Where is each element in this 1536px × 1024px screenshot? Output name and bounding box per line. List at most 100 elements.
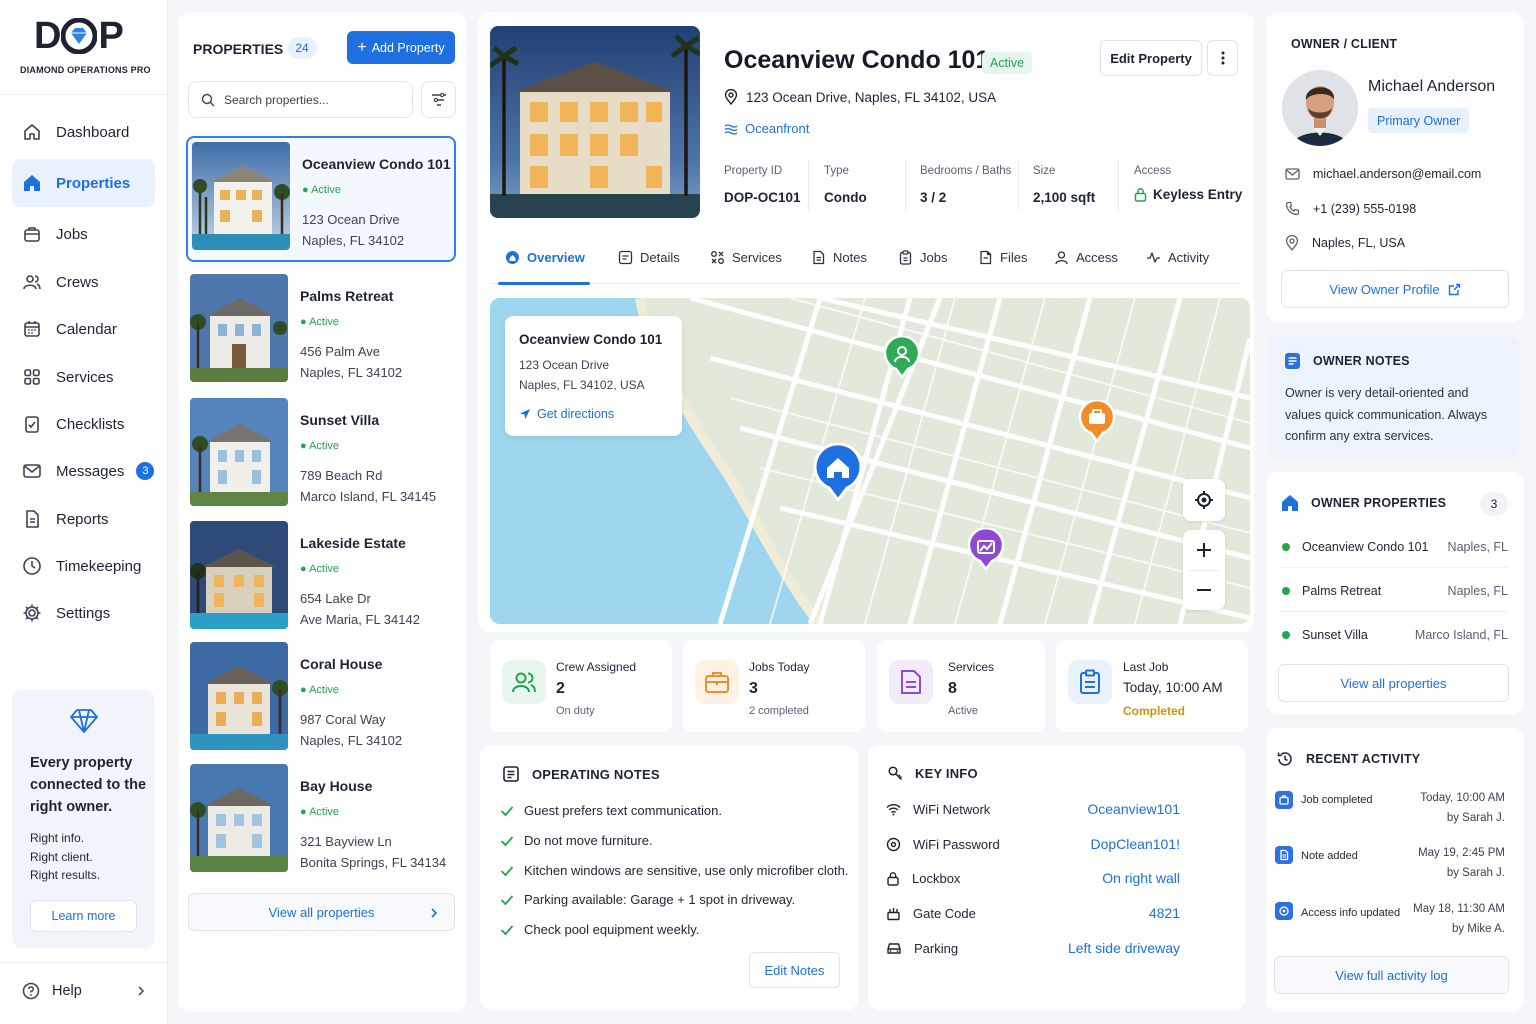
section-title: OPERATING NOTES [532, 766, 660, 782]
nav-label: Messages [56, 462, 125, 480]
property-list-item[interactable]: Palms Retreat ● Active 456 Palm Ave Napl… [186, 270, 456, 394]
nav-checklists[interactable]: Checklists [12, 400, 155, 448]
status-badge: ● Active [300, 563, 340, 575]
check-icon [500, 835, 514, 847]
nav-properties[interactable]: Properties [12, 159, 155, 207]
nav-timekeeping[interactable]: Timekeeping [12, 542, 155, 590]
help-link[interactable]: Help [22, 982, 146, 1000]
zoom-out-button[interactable] [1183, 570, 1225, 610]
gate-icon [886, 906, 901, 921]
operating-note-item: Parking available: Garage + 1 spot in dr… [500, 892, 795, 907]
stat-value: 3 [749, 680, 758, 697]
nav-services[interactable]: Services [12, 353, 155, 401]
note-text: Kitchen windows are sensitive, use only … [524, 863, 849, 878]
nav-label: Dashboard [56, 123, 130, 141]
nav-dashboard[interactable]: Dashboard [12, 108, 155, 156]
owner-property-item[interactable]: Sunset Villa Marco Island, FL [1282, 628, 1508, 642]
key-icon [887, 765, 903, 781]
add-property-button[interactable]: + Add Property [347, 31, 455, 64]
locate-button[interactable] [1183, 479, 1225, 521]
tab-label: Activity [1168, 250, 1210, 265]
get-directions-link[interactable]: Get directions [519, 407, 614, 421]
report-icon [22, 509, 42, 529]
property-list-item[interactable]: Bay House ● Active 321 Bayview Ln Bonita… [186, 760, 456, 884]
edit-property-button[interactable]: Edit Property [1100, 40, 1202, 76]
promo-line: Right results. [30, 868, 101, 882]
status-badge: ● Active [302, 184, 342, 196]
tab-label: Details [640, 250, 680, 265]
more-options-button[interactable] [1207, 40, 1238, 76]
operating-note-item: Do not move furniture. [500, 833, 653, 848]
clock-icon [22, 556, 42, 576]
property-list-item[interactable]: Lakeside Estate ● Active 654 Lake Dr Ave… [186, 517, 456, 641]
fact-value: Keyless Entry [1153, 187, 1243, 202]
profile-button-label: View Owner Profile [1329, 281, 1440, 297]
view-activity-log-button[interactable]: View full activity log [1274, 956, 1509, 994]
stat-value: 8 [948, 680, 957, 697]
nav-label: Settings [56, 604, 111, 622]
edit-notes-button[interactable]: Edit Notes [749, 952, 840, 988]
stat-label: Last Job [1123, 660, 1169, 674]
filter-button[interactable] [421, 81, 456, 118]
activity-item: Note added May 19, 2:45 PM by Sarah J. [1275, 846, 1505, 886]
fact-label: Size [1033, 165, 1056, 177]
stat-last-job: Last Job Today, 10:00 AM Completed [1056, 640, 1248, 732]
crew-stat-icon [502, 660, 546, 704]
section-title: RECENT ACTIVITY [1306, 752, 1421, 766]
owner-property-item[interactable]: Palms Retreat Naples, FL [1282, 584, 1508, 598]
property-hero-image [490, 26, 700, 218]
job-map-marker[interactable] [1078, 400, 1116, 442]
nav-label: Checklists [56, 415, 125, 433]
learn-more-button[interactable]: Learn more [30, 900, 137, 932]
tab-services[interactable]: Services [710, 250, 782, 265]
property-list-item[interactable]: Sunset Villa ● Active 789 Beach Rd Marco… [186, 394, 456, 518]
tab-access[interactable]: Access [1054, 250, 1118, 265]
nav-reports[interactable]: Reports [12, 495, 155, 543]
nav-label: Jobs [56, 225, 88, 243]
property-list-item[interactable]: Coral House ● Active 987 Coral Way Naple… [186, 638, 456, 762]
service-map-marker[interactable] [967, 528, 1005, 570]
stat-services: Services 8 Active [877, 640, 1045, 732]
search-input[interactable]: Search properties... [188, 81, 413, 118]
fact-label: Property ID [724, 165, 783, 177]
view-all-properties-button[interactable]: View all properties [188, 893, 455, 931]
owner-email: michael.anderson@email.com [1285, 167, 1481, 181]
nav-settings[interactable]: Settings [12, 589, 155, 637]
tab-files[interactable]: Files [978, 250, 1027, 265]
crew-map-marker[interactable] [883, 336, 921, 378]
owner-name: Michael Anderson [1368, 78, 1496, 95]
diamond-icon [61, 18, 98, 54]
view-owner-profile-button[interactable]: View Owner Profile [1281, 270, 1509, 308]
zoom-in-button[interactable] [1183, 530, 1225, 570]
nav-label: Timekeeping [56, 557, 142, 575]
owner-property-item[interactable]: Oceanview Condo 101 Naples, FL [1282, 540, 1508, 554]
tab-activity[interactable]: Activity [1146, 250, 1209, 265]
calendar-icon [22, 319, 42, 339]
property-map-marker[interactable] [813, 443, 863, 501]
stat-label: Services [948, 660, 995, 674]
nav-calendar[interactable]: Calendar [12, 305, 155, 353]
promo-card: Every property connected to the right ow… [12, 690, 155, 948]
phone-icon [1285, 201, 1300, 216]
stat-value: 2 [556, 680, 565, 697]
tab-jobs[interactable]: Jobs [898, 250, 947, 265]
stat-crew-assigned: Crew Assigned 2 On duty [490, 640, 672, 732]
status-badge: ● Active [300, 316, 340, 328]
owner-notes-text: Owner is very detail-oriented and values… [1285, 386, 1488, 443]
password-icon [886, 837, 901, 852]
tab-overview[interactable]: Overview [505, 250, 585, 265]
property-list-item[interactable]: Oceanview Condo 101 ● Active 123 Ocean D… [186, 136, 456, 262]
tab-details[interactable]: Details [618, 250, 680, 265]
owner-role-badge: Primary Owner [1368, 108, 1470, 133]
nav-jobs[interactable]: Jobs [12, 210, 155, 258]
view-owner-properties-button[interactable]: View all properties [1278, 664, 1509, 702]
tab-label: Jobs [920, 250, 948, 265]
activity-time: Today, 10:00 AM [1420, 792, 1505, 804]
property-city: Naples, FL 34102 [300, 365, 403, 380]
nav-crews[interactable]: Crews [12, 258, 155, 306]
tab-notes[interactable]: Notes [811, 250, 867, 265]
nav-messages[interactable]: Messages 3 [12, 447, 155, 495]
fact-bedrooms-baths: Bedrooms / Baths 3 / 2 [920, 165, 1011, 205]
brand-logo[interactable]: D P [34, 16, 124, 56]
key-value: DopClean101! [1090, 836, 1180, 852]
